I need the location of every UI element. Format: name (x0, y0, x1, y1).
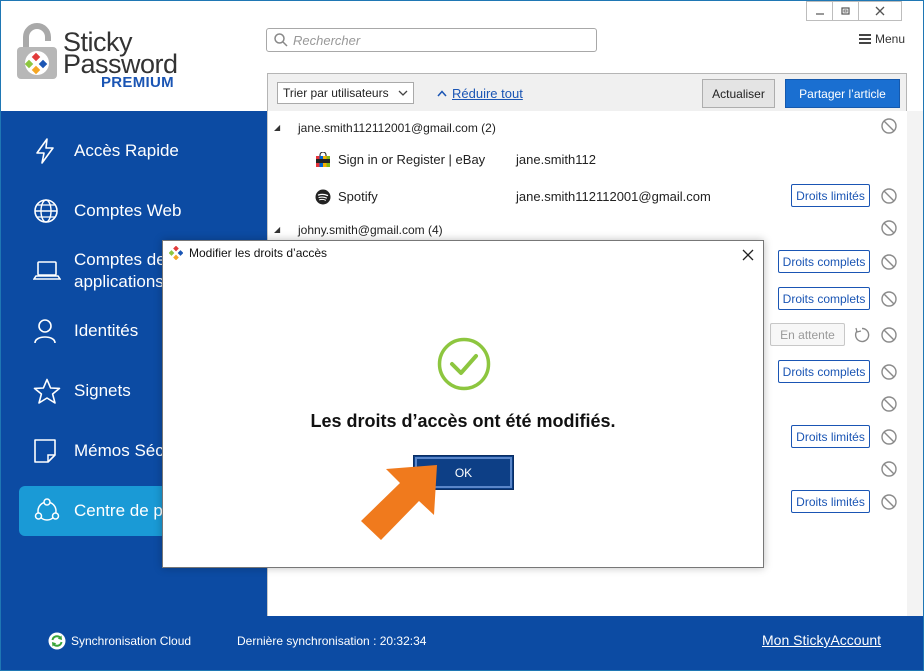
dialog-close-button[interactable] (738, 245, 758, 265)
list-item[interactable]: Sign in or Register | eBay jane.smith112 (268, 141, 908, 178)
sidebar-item-label: Comptes de applications (74, 250, 166, 291)
revoke-icon[interactable] (880, 187, 898, 205)
expand-triangle-icon[interactable]: ◢ (274, 225, 280, 234)
revoke-icon[interactable] (880, 395, 898, 413)
menu-label: Menu (875, 32, 906, 46)
revoke-icon[interactable] (880, 363, 898, 381)
dialog-message: Les droits d’accès ont été modifiés. (310, 411, 616, 431)
collapse-all-link[interactable]: Réduire tout (437, 86, 523, 101)
rights-button[interactable]: Droits complets (778, 360, 870, 383)
laptop-icon (33, 261, 61, 280)
sort-select[interactable]: Trier par utilisateurs (277, 82, 414, 104)
dialog-title-text: Modifier les droits d’accès (189, 246, 328, 260)
sync-icon (48, 632, 66, 650)
sidebar-item-quick-access[interactable]: Accès Rapide (19, 126, 267, 176)
revoke-icon[interactable] (880, 493, 898, 511)
cloud-sync-label: Synchronisation Cloud (71, 634, 192, 648)
share-item-button[interactable]: Partager l’article (785, 79, 900, 108)
undo-icon[interactable] (853, 326, 871, 344)
rights-button[interactable]: Droits limités (791, 184, 870, 207)
ebay-bag-icon (316, 152, 330, 167)
person-icon (34, 319, 56, 344)
bolt-icon (36, 138, 54, 164)
note-icon (34, 439, 56, 463)
my-account-link[interactable]: Mon StickyAccount (762, 632, 881, 648)
revoke-icon[interactable] (880, 290, 898, 308)
sidebar-item-label: Comptes Web (74, 201, 182, 220)
sidebar-item-label: Mémos Séc (74, 441, 164, 460)
list-item[interactable]: Spotify jane.smith112112001@gmail.com Dr… (268, 178, 908, 215)
revoke-icon[interactable] (880, 428, 898, 446)
last-sync-time: Dernière synchronisation : 20:32:34 (237, 634, 427, 648)
close-icon (742, 249, 754, 261)
login-name: jane.smith112112001@gmail.com (516, 189, 711, 204)
revoke-icon[interactable] (880, 326, 898, 344)
success-check-icon (437, 337, 491, 391)
sidebar-item-label: Centre de p (74, 501, 163, 520)
close-icon (875, 6, 885, 16)
restore-button[interactable] (832, 1, 859, 21)
group-label: jane.smith112112001@gmail.com (2) (298, 121, 496, 135)
globe-icon (34, 199, 58, 223)
collapse-all-label: Réduire tout (452, 86, 523, 101)
access-rights-dialog: Modifier les droits d’accès Les droits d… (162, 240, 764, 568)
search-input[interactable] (293, 31, 583, 49)
restore-icon (840, 7, 850, 15)
revoke-icon[interactable] (880, 460, 898, 478)
hamburger-icon (859, 34, 871, 44)
logo-lock-icon (17, 23, 57, 79)
minimize-button[interactable] (806, 1, 833, 21)
sidebar-item-label: Accès Rapide (74, 141, 179, 160)
rights-button[interactable]: Droits limités (791, 490, 870, 513)
search-icon (274, 33, 288, 47)
dialog-title: Modifier les droits d’accès (169, 246, 327, 260)
revoke-icon[interactable] (880, 117, 898, 135)
share-network-icon (34, 498, 60, 521)
refresh-button[interactable]: Actualiser (702, 79, 775, 108)
annotation-arrow-icon (361, 465, 437, 540)
logo-premium: PREMIUM (101, 74, 174, 91)
rights-button[interactable]: Droits limités (791, 425, 870, 448)
sidebar-item-label: Signets (74, 381, 131, 400)
revoke-icon[interactable] (880, 219, 898, 237)
minimize-icon (815, 13, 824, 15)
app-logo-icon (169, 246, 183, 260)
pending-badge: En attente (770, 323, 845, 346)
footer: Synchronisation Cloud Dernière synchroni… (1, 616, 923, 670)
chevron-up-icon (437, 90, 447, 97)
revoke-icon[interactable] (880, 253, 898, 271)
sidebar-item-label: Identités (74, 321, 139, 340)
app-window: Sticky Password PREMIUM Rechercher Menu … (0, 0, 924, 671)
logo: Sticky Password PREMIUM (15, 23, 185, 93)
expand-triangle-icon[interactable]: ◢ (274, 123, 280, 132)
site-name: Sign in or Register | eBay (338, 152, 486, 167)
rights-button[interactable]: Droits complets (778, 287, 870, 310)
toolbar: Trier par utilisateurs Réduire tout Actu… (267, 73, 907, 111)
sort-select-value: Trier par utilisateurs (283, 86, 389, 100)
group-label: johny.smith@gmail.com (4) (298, 223, 443, 237)
window-controls (806, 1, 902, 21)
chevron-down-icon (398, 90, 408, 96)
rights-button[interactable]: Droits complets (778, 250, 870, 273)
sidebar-item-web-accounts[interactable]: Comptes Web (19, 186, 267, 236)
login-name: jane.smith112 (516, 152, 596, 167)
close-window-button[interactable] (858, 1, 902, 21)
cloud-sync-status[interactable]: Synchronisation Cloud (48, 632, 191, 650)
star-icon (33, 378, 61, 404)
spotify-icon (315, 189, 331, 205)
site-name: Spotify (338, 189, 378, 204)
menu-button[interactable]: Menu (859, 32, 905, 46)
search-box[interactable] (266, 28, 597, 52)
